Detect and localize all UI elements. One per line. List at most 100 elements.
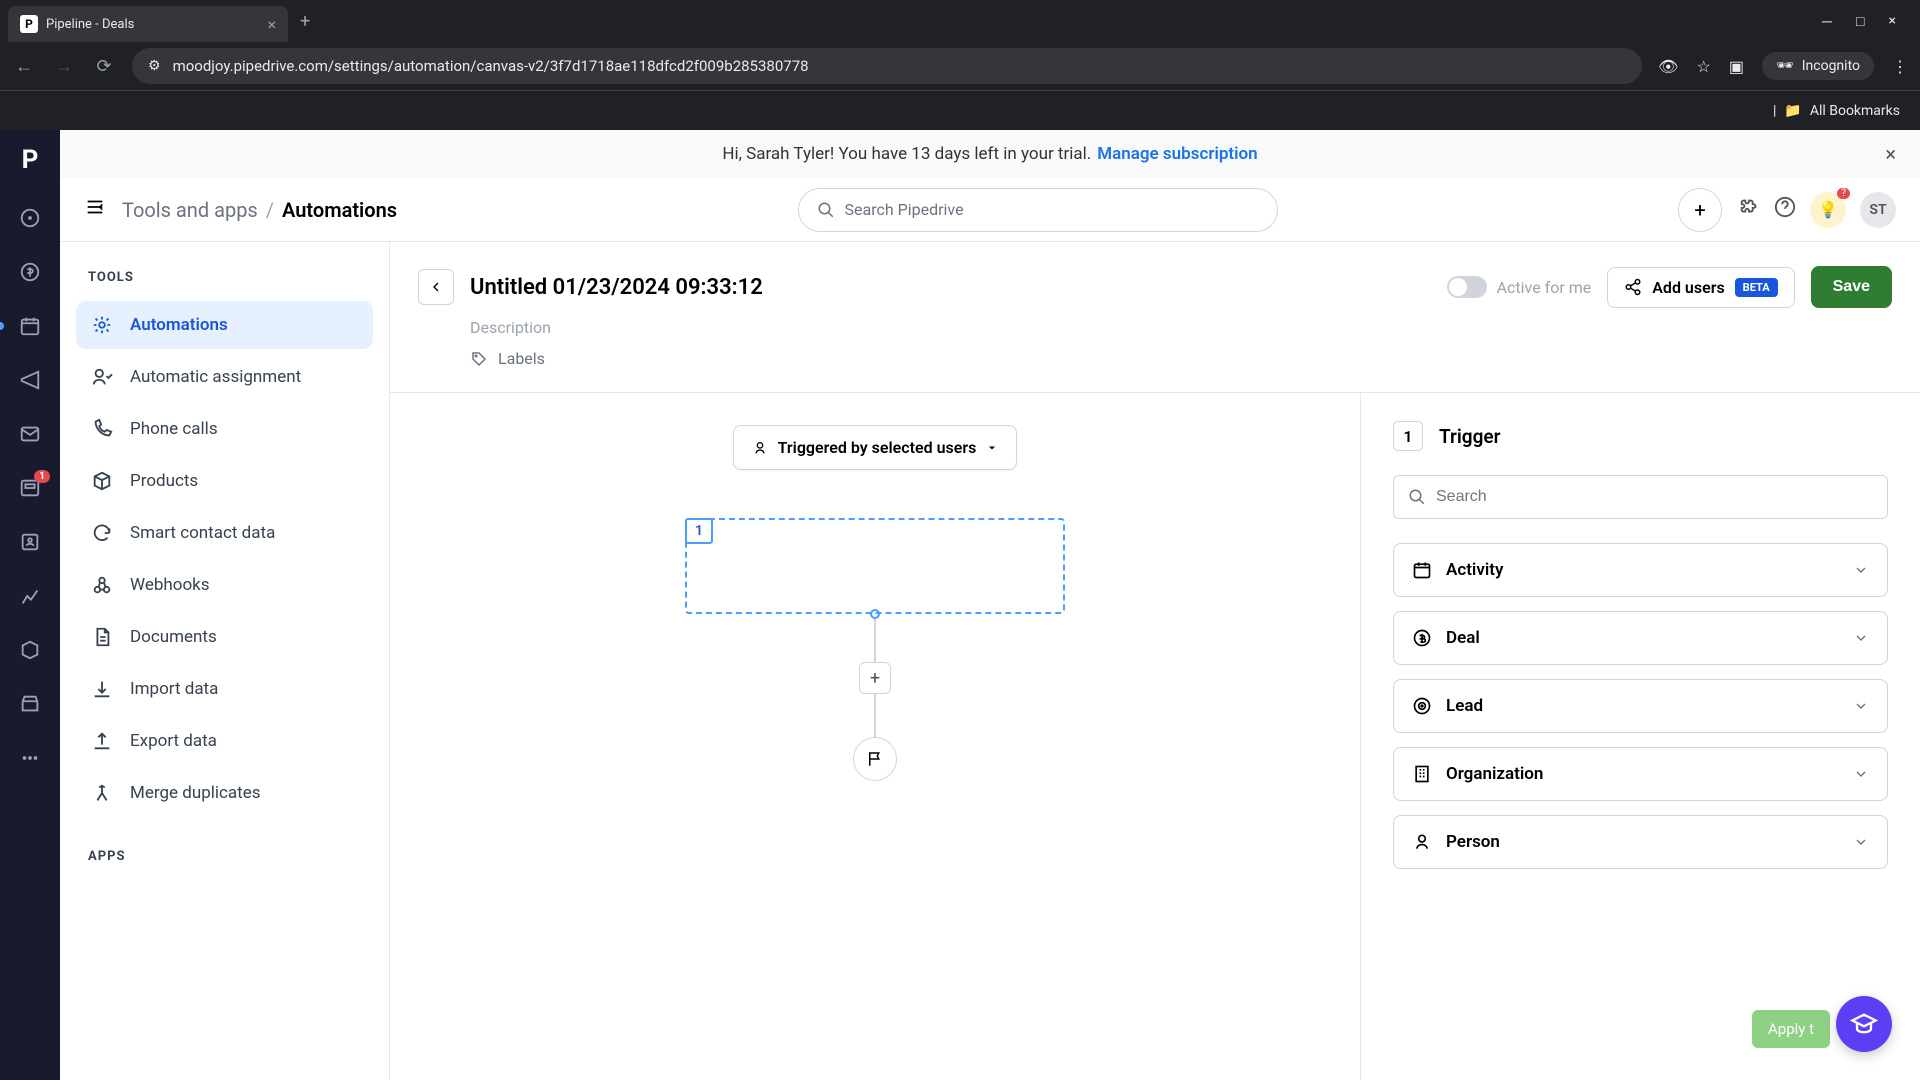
tips-icon[interactable]: 💡? — [1810, 192, 1846, 228]
add-button[interactable]: + — [1678, 188, 1722, 232]
active-toggle[interactable] — [1447, 276, 1487, 298]
all-bookmarks-link[interactable]: All Bookmarks — [1810, 103, 1900, 119]
eye-off-icon[interactable]: 👁 — [1658, 57, 1678, 76]
phone-icon — [90, 417, 114, 441]
new-tab-button[interactable]: + — [288, 11, 322, 32]
puzzle-icon[interactable] — [1738, 196, 1760, 223]
panel-title: Trigger — [1439, 425, 1500, 448]
sidebar-item-import[interactable]: Import data — [76, 665, 373, 713]
trigger-item-label: Deal — [1446, 628, 1480, 648]
automation-title[interactable]: Untitled 01/23/2024 09:33:12 — [470, 275, 1431, 300]
marketplace-icon[interactable] — [16, 690, 44, 718]
calendar-icon[interactable] — [16, 312, 44, 340]
mail-icon[interactable] — [16, 420, 44, 448]
dollar-icon — [1412, 628, 1432, 648]
pipedrive-logo[interactable]: P — [12, 142, 48, 178]
sidebar-item-documents[interactable]: Documents — [76, 613, 373, 661]
address-bar-row: ← → ⟳ ⚙ moodjoy.pipedrive.com/settings/a… — [0, 42, 1920, 90]
more-icon[interactable] — [16, 744, 44, 772]
calendar-icon — [1412, 560, 1432, 580]
sidebar-item-merge[interactable]: Merge duplicates — [76, 769, 373, 817]
main-area: Hi, Sarah Tyler! You have 13 days left i… — [60, 130, 1920, 1080]
trigger-item-organization[interactable]: Organization — [1393, 747, 1888, 801]
avatar[interactable]: ST — [1860, 192, 1896, 228]
breadcrumb-parent[interactable]: Tools and apps — [122, 198, 258, 222]
incognito-badge[interactable]: 🕶 Incognito — [1762, 52, 1874, 80]
download-icon — [90, 677, 114, 701]
help-icon[interactable] — [1774, 196, 1796, 223]
trigger-item-label: Lead — [1446, 696, 1483, 716]
tag-icon — [470, 350, 488, 368]
search-input[interactable]: Search Pipedrive — [798, 188, 1278, 232]
star-icon[interactable]: ☆ — [1696, 57, 1710, 76]
sidebar-item-phone[interactable]: Phone calls — [76, 405, 373, 453]
add-users-button[interactable]: Add users BETA — [1607, 267, 1794, 308]
target-icon[interactable] — [16, 204, 44, 232]
sidebar-item-automations[interactable]: Automations — [76, 301, 373, 349]
sidebar-item-label: Merge duplicates — [130, 783, 261, 803]
deals-icon[interactable] — [16, 258, 44, 286]
trigger-node[interactable]: 1 — [685, 518, 1065, 614]
contacts-icon[interactable] — [16, 528, 44, 556]
close-icon[interactable]: × — [1885, 142, 1896, 166]
canvas-body: Triggered by selected users 1 + — [390, 393, 1920, 1080]
site-settings-icon[interactable]: ⚙ — [148, 58, 161, 74]
panel-icon[interactable]: ▣ — [1729, 57, 1744, 76]
content-row: TOOLS Automations Automatic assignment P… — [60, 242, 1920, 1080]
maximize-icon[interactable]: □ — [1856, 13, 1864, 30]
breadcrumb-separator: / — [266, 198, 274, 222]
tab-bar: P Pipeline - Deals × + ─ □ × — [0, 0, 1920, 42]
back-button[interactable] — [418, 269, 454, 305]
badge-count: 1 — [34, 470, 50, 483]
back-icon[interactable]: ← — [12, 56, 36, 77]
collapse-sidebar-icon[interactable] — [84, 196, 106, 223]
menu-icon[interactable]: ⋮ — [1892, 57, 1908, 76]
reload-icon[interactable]: ⟳ — [92, 56, 116, 77]
trigger-item-lead[interactable]: Lead — [1393, 679, 1888, 733]
description-field[interactable]: Description — [418, 308, 1892, 343]
forward-icon[interactable]: → — [52, 56, 76, 77]
sidebar-item-webhooks[interactable]: Webhooks — [76, 561, 373, 609]
labels-field[interactable]: Labels — [418, 343, 1892, 368]
trigger-item-person[interactable]: Person — [1393, 815, 1888, 869]
incognito-label: Incognito — [1802, 58, 1860, 74]
sidebar-item-label: Products — [130, 471, 198, 491]
search-icon — [1408, 488, 1426, 506]
canvas-wrap: Untitled 01/23/2024 09:33:12 Active for … — [390, 242, 1920, 1080]
trigger-panel: 1 Trigger Activity — [1360, 393, 1920, 1080]
sidebar-heading-apps: APPS — [76, 821, 373, 880]
arrow-left-icon — [428, 279, 444, 295]
sidebar-item-export[interactable]: Export data — [76, 717, 373, 765]
panel-search[interactable] — [1393, 475, 1888, 519]
top-header: Tools and apps / Automations Search Pipe… — [60, 178, 1920, 242]
campaigns-icon[interactable] — [16, 366, 44, 394]
save-button[interactable]: Save — [1811, 266, 1892, 308]
sidebar-item-products[interactable]: Products — [76, 457, 373, 505]
inbox-icon[interactable]: 1 — [16, 474, 44, 502]
tab-title: Pipeline - Deals — [46, 17, 259, 32]
automations-icon — [90, 313, 114, 337]
trigger-item-deal[interactable]: Deal — [1393, 611, 1888, 665]
apply-button[interactable]: Apply t — [1752, 1010, 1830, 1048]
add-users-label: Add users — [1652, 278, 1724, 297]
trigger-dropdown[interactable]: Triggered by selected users — [733, 425, 1018, 470]
panel-title-row: 1 Trigger — [1393, 421, 1888, 451]
manage-subscription-link[interactable]: Manage subscription — [1097, 144, 1257, 164]
sidebar-item-smart-data[interactable]: Smart contact data — [76, 509, 373, 557]
close-icon[interactable]: × — [267, 15, 276, 34]
minimize-icon[interactable]: ─ — [1822, 13, 1832, 30]
help-launcher[interactable] — [1836, 996, 1892, 1052]
url-bar[interactable]: ⚙ moodjoy.pipedrive.com/settings/automat… — [132, 48, 1642, 84]
insights-icon[interactable] — [16, 582, 44, 610]
sidebar-item-assignment[interactable]: Automatic assignment — [76, 353, 373, 401]
trigger-item-activity[interactable]: Activity — [1393, 543, 1888, 597]
products-icon[interactable] — [16, 636, 44, 664]
toggle-label: Active for me — [1497, 278, 1592, 297]
close-window-icon[interactable]: × — [1889, 13, 1896, 30]
box-icon — [90, 469, 114, 493]
browser-tab[interactable]: P Pipeline - Deals × — [8, 6, 288, 42]
separator: | — [1773, 103, 1776, 119]
panel-search-input[interactable] — [1436, 488, 1873, 506]
node-number: 1 — [685, 518, 713, 544]
add-node-button[interactable]: + — [859, 662, 891, 694]
